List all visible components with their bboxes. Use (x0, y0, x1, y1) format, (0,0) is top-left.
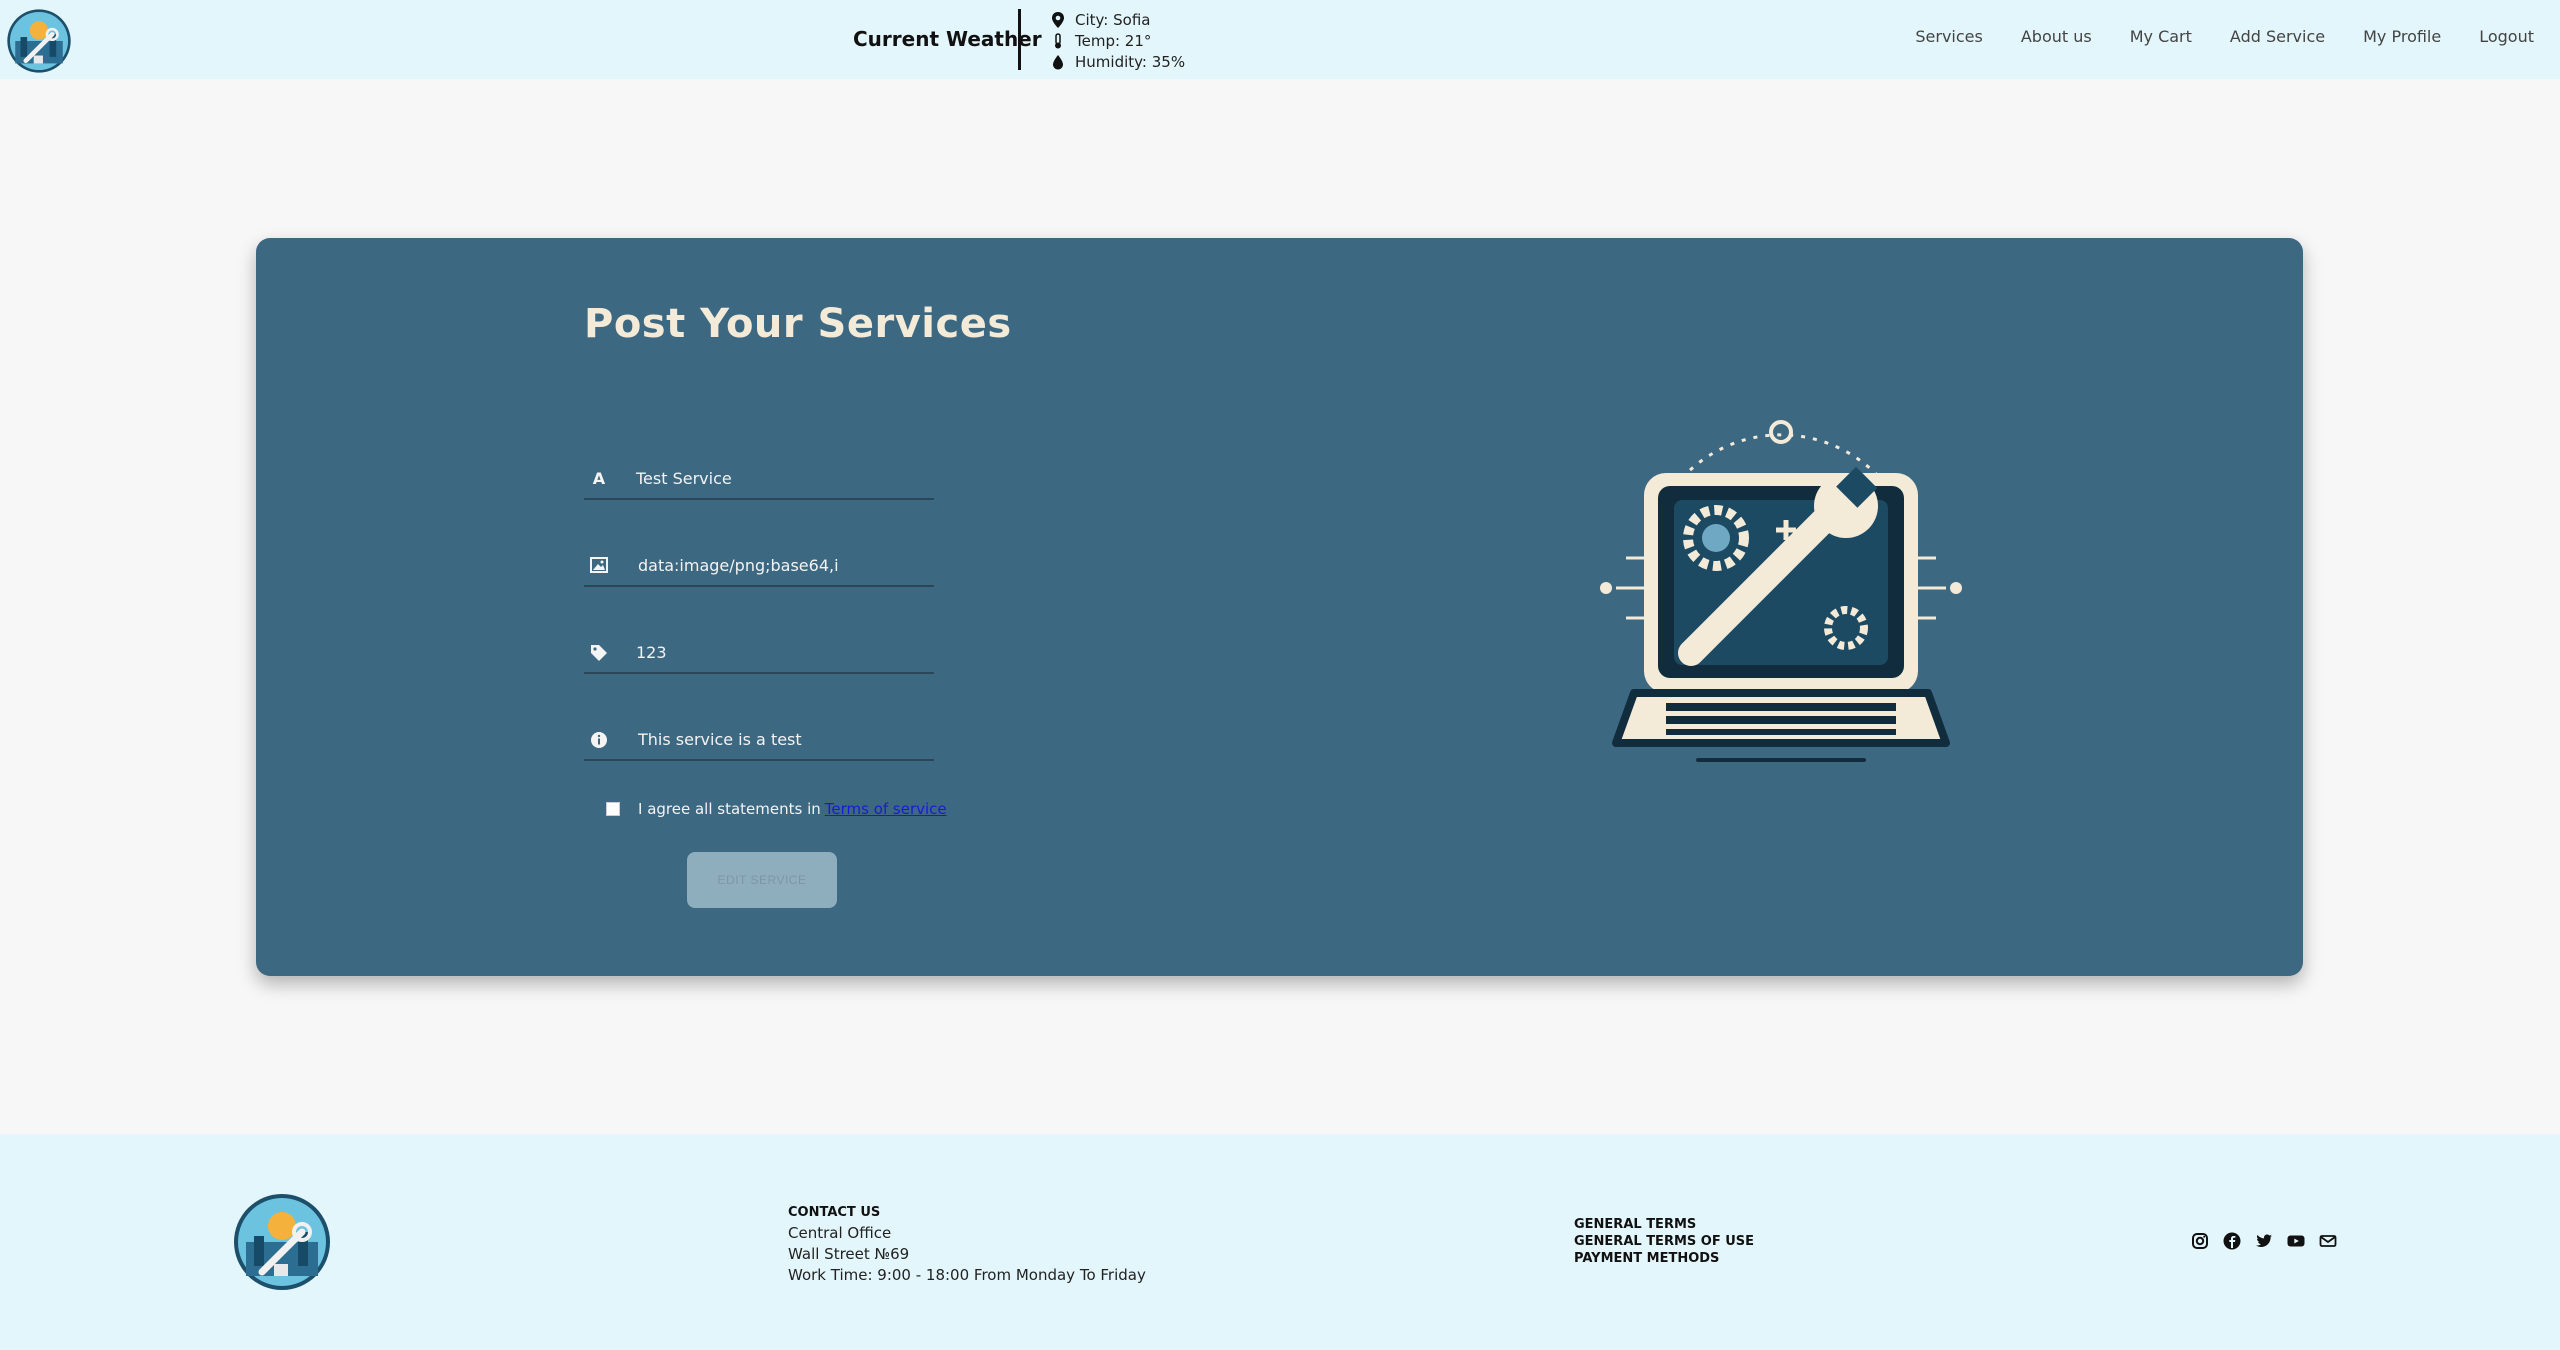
nav-my-profile[interactable]: My Profile (2363, 27, 2441, 46)
droplet-icon (1053, 54, 1063, 69)
service-price-value: 123 (636, 643, 667, 662)
top-header: Current Weather City: Sofia Temp: 21° Hu… (0, 0, 2560, 79)
instagram-icon[interactable] (2190, 1231, 2210, 1251)
terms-links: GENERAL TERMS GENERAL TERMS OF USE PAYME… (1574, 1216, 1754, 1267)
terms-of-service-link[interactable]: Terms of service (825, 800, 947, 818)
weather-city-row: City: Sofia (1051, 9, 1185, 30)
weather-humidity-row: Humidity: 35% (1051, 51, 1185, 72)
contact-work-time: Work Time: 9:00 - 18:00 From Monday To F… (788, 1266, 1146, 1284)
service-description-value: This service is a test (638, 730, 802, 749)
agree-text: I agree all statements in (638, 800, 821, 818)
page-title: Post Your Services (584, 301, 1012, 347)
social-links (2190, 1231, 2350, 1251)
terms-agreement: I agree all statements in Terms of servi… (606, 800, 947, 818)
mail-icon[interactable] (2318, 1231, 2338, 1251)
twitter-icon[interactable] (2254, 1231, 2274, 1251)
footer-logo-icon[interactable] (232, 1192, 332, 1292)
nav-add-service[interactable]: Add Service (2230, 27, 2325, 46)
main-nav: Services About us My Cart Add Service My… (1877, 27, 2534, 46)
service-description-field[interactable]: This service is a test (584, 719, 934, 761)
payment-methods-link[interactable]: PAYMENT METHODS (1574, 1250, 1754, 1267)
general-terms-of-use-link[interactable]: GENERAL TERMS OF USE (1574, 1233, 1754, 1250)
service-name-value: Test Service (636, 469, 732, 488)
nav-about-us[interactable]: About us (2021, 27, 2092, 46)
weather-divider (1018, 9, 1021, 70)
contact-heading: CONTACT US (788, 1205, 881, 1220)
weather-city: City: Sofia (1075, 10, 1151, 29)
weather-temp: Temp: 21° (1075, 31, 1152, 50)
weather-temp-row: Temp: 21° (1051, 30, 1185, 51)
facebook-icon[interactable] (2222, 1231, 2242, 1251)
font-icon: A (592, 469, 606, 488)
nav-my-cart[interactable]: My Cart (2130, 27, 2192, 46)
service-name-field[interactable]: A Test Service (584, 458, 934, 500)
logo-icon[interactable] (6, 8, 72, 74)
tag-icon (590, 644, 608, 662)
contact-office: Central Office (788, 1224, 892, 1242)
service-form-card: Post Your Services A Test Service data:i… (256, 238, 2303, 976)
image-icon (590, 557, 608, 575)
thermometer-icon (1055, 32, 1061, 48)
info-icon (590, 731, 608, 749)
general-terms-link[interactable]: GENERAL TERMS (1574, 1216, 1754, 1233)
contact-address: Wall Street №69 (788, 1245, 910, 1263)
repair-laptop-illustration (1600, 420, 1962, 762)
service-image-value: data:image/png;base64,i (638, 556, 839, 575)
weather-title: Current Weather (853, 27, 1042, 51)
contact-block: CONTACT US Central Office Wall Street №6… (788, 1202, 1146, 1286)
agree-checkbox[interactable] (606, 802, 620, 816)
page-footer: CONTACT US Central Office Wall Street №6… (0, 1134, 2560, 1350)
youtube-icon[interactable] (2286, 1231, 2306, 1251)
weather-info: City: Sofia Temp: 21° Humidity: 35% (1051, 9, 1185, 72)
nav-logout[interactable]: Logout (2479, 27, 2534, 46)
service-image-field[interactable]: data:image/png;base64,i (584, 545, 934, 587)
nav-services[interactable]: Services (1915, 27, 1982, 46)
edit-service-button[interactable]: EDIT SERVICE (687, 852, 837, 908)
location-pin-icon (1052, 11, 1064, 28)
weather-humidity: Humidity: 35% (1075, 52, 1186, 71)
service-price-field[interactable]: 123 (584, 632, 934, 674)
